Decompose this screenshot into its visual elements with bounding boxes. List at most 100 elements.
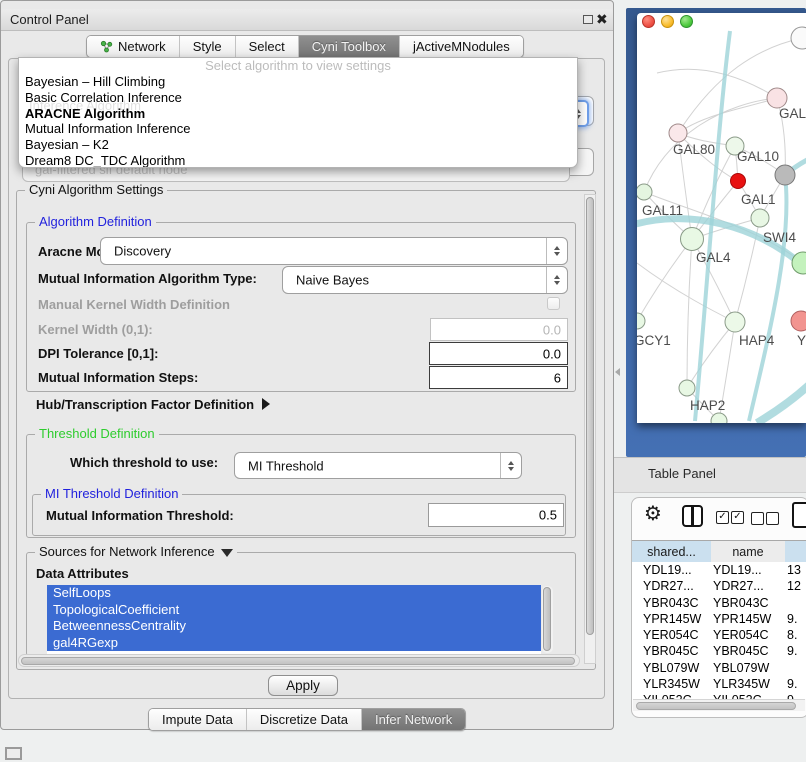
network-canvas[interactable]: GALGAL80GAL10GAL1SWI4GAL11GAL4GCY1HAP4YH…	[637, 13, 806, 423]
data-attribute-item[interactable]: TopologicalCoefficient	[47, 602, 541, 619]
column-header-partial[interactable]	[785, 540, 806, 564]
scrollbar-thumb[interactable]	[636, 702, 796, 710]
network-node-gal4[interactable]	[681, 228, 704, 251]
network-edge[interactable]	[687, 322, 735, 388]
close-icon[interactable]: ✖	[596, 11, 608, 28]
table-cell: YDR27...	[711, 578, 785, 594]
mi-steps-field[interactable]: 6	[429, 366, 568, 389]
select-all-check-icon[interactable]: ✓	[716, 511, 729, 524]
which-threshold-combobox[interactable]: MI Threshold	[234, 452, 522, 479]
tab-impute-data[interactable]: Impute Data	[149, 709, 246, 730]
table-cell: 8.	[785, 627, 806, 643]
apply-button[interactable]: Apply	[268, 675, 338, 696]
float-window-icon[interactable]	[583, 15, 593, 24]
table-row[interactable]: YIL052CYIL052C9.	[632, 692, 806, 699]
algorithm-option[interactable]: Basic Correlation Inference	[19, 90, 577, 106]
algorithm-option[interactable]: ARACNE Algorithm	[19, 106, 577, 122]
network-edge[interactable]	[687, 239, 692, 388]
network-node-pink-top[interactable]	[767, 88, 787, 108]
network-node-hap2[interactable]	[679, 380, 695, 396]
network-node-partial-top[interactable]	[791, 27, 806, 49]
kernel-width-field[interactable]: 0.0	[430, 318, 568, 341]
combobox-spinner-icon[interactable]	[500, 453, 521, 478]
split-columns-icon[interactable]	[682, 505, 703, 527]
network-tab-icon	[100, 40, 113, 53]
mi-threshold-label: Mutual Information Threshold:	[46, 508, 234, 524]
network-node-hap4[interactable]	[725, 312, 745, 332]
network-edge[interactable]	[657, 69, 777, 98]
aracne-mode-combobox[interactable]: Discovery	[100, 237, 568, 265]
table-row[interactable]: YBR045CYBR045C9.	[632, 643, 806, 659]
table-horizontal-scrollbar[interactable]	[633, 699, 805, 711]
table-panel-title: Table Panel	[648, 466, 716, 481]
tab-cyni-toolbox[interactable]: Cyni Toolbox	[298, 36, 399, 57]
file-icon-partial[interactable]	[792, 502, 806, 528]
algorithm-option[interactable]: Mutual Information Inference	[19, 121, 577, 137]
panel-splitter-handle[interactable]	[615, 368, 620, 376]
network-node-gal11[interactable]	[637, 184, 652, 200]
table-cell: YLR345W	[711, 676, 785, 692]
network-node-label: SWI4	[763, 230, 796, 245]
data-attribute-item[interactable]: SelfLoops	[47, 585, 541, 602]
network-node-salmon-right[interactable]	[791, 311, 806, 331]
sources-group-title[interactable]: Sources for Network Inference	[35, 544, 237, 559]
tab-select[interactable]: Select	[235, 36, 298, 57]
select-all-check-icon-2[interactable]: ✓	[731, 511, 744, 524]
network-node-gal80[interactable]	[669, 124, 687, 142]
dpi-tolerance-field[interactable]: 0.0	[429, 342, 568, 365]
mi-threshold-field[interactable]: 0.5	[428, 503, 564, 527]
data-attribute-item[interactable]: gal4RGexp	[47, 635, 541, 652]
algorithm-option[interactable]: Dream8 DC_TDC Algorithm	[19, 153, 577, 168]
deselect-box-icon[interactable]	[751, 512, 764, 525]
tab-jactivemnodules[interactable]: jActiveMNodules	[399, 36, 523, 57]
settings-vertical-scrollbar[interactable]	[584, 194, 596, 664]
mi-algorithm-type-combobox[interactable]: Naive Bayes	[282, 266, 568, 294]
network-edge[interactable]	[637, 239, 692, 321]
collapse-down-icon[interactable]	[221, 549, 233, 557]
network-node-gcy1[interactable]	[637, 313, 645, 329]
tab-discretize-data[interactable]: Discretize Data	[246, 709, 361, 730]
hub-section-toggle[interactable]: Hub/Transcription Factor Definition	[36, 397, 270, 413]
mi-algorithm-type-value: Naive Bayes	[296, 273, 369, 288]
deselect-box-icon-2[interactable]	[766, 512, 779, 525]
scrollbar-thumb[interactable]	[21, 657, 575, 665]
network-edge[interactable]	[757, 385, 806, 423]
attributes-list-scrollbar[interactable]	[542, 586, 553, 653]
algorithm-dropdown-list: Bayesian – Hill ClimbingBasic Correlatio…	[19, 74, 577, 168]
tab-impute-data-label: Impute Data	[162, 709, 233, 731]
network-node-bottom-cut[interactable]	[711, 413, 727, 423]
gear-icon[interactable]: ⚙	[644, 504, 662, 524]
scrollbar-thumb[interactable]	[586, 197, 594, 635]
combobox-spinner-icon[interactable]	[546, 238, 567, 264]
table-row[interactable]: YDL19...YDL19...13	[632, 562, 806, 578]
expand-right-icon[interactable]	[262, 398, 270, 410]
table-row[interactable]: YBR043CYBR043C	[632, 595, 806, 611]
control-panel-titlebar[interactable]	[1, 9, 613, 31]
column-header-name[interactable]: name	[711, 540, 786, 564]
scrollbar-thumb[interactable]	[543, 587, 551, 651]
data-attribute-item[interactable]: BetweennessCentrality	[47, 618, 541, 635]
tab-style[interactable]: Style	[179, 36, 235, 57]
data-attributes-list[interactable]: SelfLoopsTopologicalCoefficientBetweenne…	[47, 585, 541, 654]
manual-kernel-checkbox[interactable]	[547, 297, 560, 310]
collapsed-panel-icon[interactable]	[5, 747, 22, 760]
algorithm-option[interactable]: Bayesian – K2	[19, 137, 577, 153]
network-edge[interactable]	[678, 98, 777, 133]
tab-infer-network[interactable]: Infer Network	[361, 709, 465, 730]
column-header-shared-name[interactable]: shared...	[632, 540, 712, 564]
combobox-spinner-icon[interactable]	[546, 267, 567, 293]
table-row[interactable]: YDR27...YDR27...12	[632, 578, 806, 594]
table-row[interactable]: YLR345WYLR345W9.	[632, 676, 806, 692]
network-node-gray-node[interactable]	[775, 165, 795, 185]
table-row[interactable]: YBL079WYBL079W	[632, 660, 806, 676]
table-cell: YLR345W	[632, 676, 711, 692]
algorithm-option[interactable]: Bayesian – Hill Climbing	[19, 74, 577, 90]
which-threshold-label: Which threshold to use:	[70, 455, 218, 471]
network-node-label: GCY1	[637, 333, 671, 348]
network-node-swi4[interactable]	[751, 209, 769, 227]
table-row[interactable]: YPR145WYPR145W9.	[632, 611, 806, 627]
network-node-gal1[interactable]	[731, 174, 746, 189]
settings-horizontal-scrollbar[interactable]	[18, 654, 580, 667]
tab-network[interactable]: Network	[87, 36, 179, 57]
table-row[interactable]: YER054CYER054C8.	[632, 627, 806, 643]
